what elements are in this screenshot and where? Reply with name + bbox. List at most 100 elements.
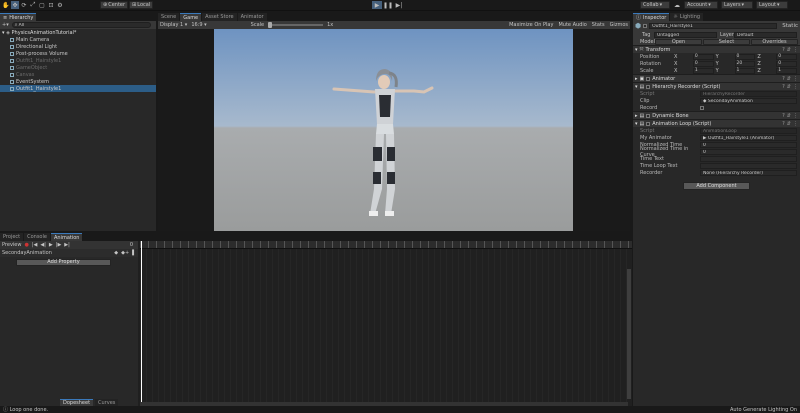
more-icon[interactable]: ⋮ [793,113,798,119]
layer-dropdown[interactable]: Default [734,31,797,38]
y-axis-label[interactable]: Y [716,61,734,67]
rect-tool-icon[interactable]: ▢ [38,1,46,9]
animation-loop-enabled-checkbox[interactable] [646,121,651,126]
scale-y-field[interactable]: 1 [734,67,756,74]
help-icon[interactable]: ? [782,121,785,127]
vertical-scrollbar[interactable] [627,269,631,399]
tab-dopesheet[interactable]: Dopesheet [60,399,94,406]
preset-icon[interactable]: ⇵ [787,113,791,119]
hierarchy-item[interactable]: Canvas [0,71,156,78]
transform-tool-icon[interactable]: ⊡ [47,1,55,9]
rotation-z-field[interactable]: 0 [776,60,798,67]
account-dropdown[interactable]: Account ▾ [684,1,718,9]
position-z-field[interactable]: 0 [776,53,798,60]
scale-slider-handle[interactable] [268,22,273,28]
cloud-icon[interactable]: ☁ [673,1,681,9]
help-icon[interactable]: ? [782,113,785,119]
x-axis-label[interactable]: X [674,68,692,74]
next-frame-icon[interactable]: |▶ [56,242,62,248]
recorder-header[interactable]: ▾ ▤ Hierarchy Recorder (Script) ? ⇵ ⋮ [633,82,800,90]
custom-tool-icon[interactable]: ⚙ [56,1,64,9]
tab-animator[interactable]: Animator [237,13,267,21]
y-axis-label[interactable]: Y [716,68,734,74]
object-name-field[interactable]: Outfit1_Hairstyle1 [649,23,778,29]
more-icon[interactable]: ⋮ [793,47,798,53]
tab-inspector[interactable]: ⓘ Inspector [633,13,670,21]
frame-field[interactable]: 0 [127,242,136,248]
hierarchy-item[interactable]: EventSystem [0,78,156,85]
overrides-dropdown[interactable]: Overrides [751,38,798,45]
gizmos-dropdown[interactable]: Gizmos [610,22,628,28]
first-frame-icon[interactable]: |◀ [32,242,38,248]
z-axis-label[interactable]: Z [757,68,775,74]
scale-z-field[interactable]: 1 [776,67,798,74]
preview-toggle[interactable]: Preview [2,242,21,248]
preset-icon[interactable]: ⇵ [787,76,791,82]
animation-loop-header[interactable]: ▾ ▤ Animation Loop (Script) ? ⇵ ⋮ [633,119,800,127]
scale-tool-icon[interactable]: ⤢ [29,1,37,9]
keyframe-icon[interactable]: ◆ [114,250,118,256]
tab-scene[interactable]: Scene [158,13,180,21]
record-icon[interactable]: ● [24,242,28,248]
record-checkbox[interactable] [700,105,704,110]
recorder-ref-field[interactable]: None (Hierarchy Recorder) [700,169,797,176]
time-text-field[interactable] [700,155,797,162]
tab-project[interactable]: Project [0,233,24,241]
playhead[interactable] [141,241,142,407]
move-tool-icon[interactable]: ✥ [11,1,19,9]
recorder-enabled-checkbox[interactable] [646,84,651,89]
step-button[interactable]: ▶| [394,1,404,9]
aspect-dropdown[interactable]: 16:9 ▾ [191,22,206,28]
hierarchy-item[interactable]: GameObject [0,64,156,71]
hierarchy-item[interactable]: Directional Light [0,43,156,50]
hierarchy-search-input[interactable]: ⌕ All [11,22,151,28]
pivot-local-button[interactable]: ⊞ Local [129,1,154,9]
x-axis-label[interactable]: X [674,54,692,60]
tab-curves[interactable]: Curves [95,399,119,406]
last-frame-icon[interactable]: ▶| [64,242,70,248]
transform-header[interactable]: ▾ ⤧ Transform ? ⇵ ⋮ [633,45,800,53]
tag-dropdown[interactable]: Untagged [654,31,717,38]
preset-icon[interactable]: ⇵ [787,47,791,53]
clip-dropdown[interactable]: SecondayAnimation [2,250,111,256]
prev-frame-icon[interactable]: ◀| [40,242,46,248]
dopesheet-timeline[interactable] [140,241,632,407]
static-toggle[interactable]: Static [782,23,798,29]
tab-hierarchy[interactable]: ≡ Hierarchy [0,13,37,21]
dynamic-bone-header[interactable]: ▸ ▤ Dynamic Bone ? ⇵ ⋮ [633,111,800,119]
scene-root[interactable]: ▾ ◈ PhysicsAnimationTutorial* [0,29,156,36]
hierarchy-item[interactable]: Outfit1_Hairstyle1 [0,85,156,92]
tab-game[interactable]: Game [180,13,202,21]
rotation-y-field[interactable]: 20 [734,60,756,67]
help-icon[interactable]: ? [782,47,785,53]
maximize-on-play-toggle[interactable]: Maximize On Play [509,22,553,28]
time-loop-text-field[interactable] [700,162,797,169]
game-viewport[interactable] [214,29,573,231]
tab-console[interactable]: Console [24,233,50,241]
position-y-field[interactable]: 0 [734,53,756,60]
preset-icon[interactable]: ⇵ [787,84,791,90]
hierarchy-item[interactable]: Post-process Volume [0,50,156,57]
z-axis-label[interactable]: Z [757,54,775,60]
add-property-button[interactable]: Add Property [16,259,111,266]
scale-slider[interactable] [268,22,324,28]
open-button[interactable]: Open [655,38,702,45]
normalized-curve-field[interactable]: 0 [700,148,797,155]
play-button[interactable]: ▶ [372,1,382,9]
more-icon[interactable]: ⋮ [793,76,798,82]
layout-dropdown[interactable]: Layout ▾ [756,1,788,9]
tab-asset-store[interactable]: Asset Store [202,13,237,21]
add-component-button[interactable]: Add Component [683,182,750,190]
preset-icon[interactable]: ⇵ [787,121,791,127]
rotation-x-field[interactable]: 0 [692,60,714,67]
position-x-field[interactable]: 0 [692,53,714,60]
x-axis-label[interactable]: X [674,61,692,67]
animator-header[interactable]: ▸ ▣ Animator ? ⇵ ⋮ [633,74,800,82]
add-icon[interactable]: +▾ [2,22,9,28]
collab-button[interactable]: Collab ▾ [640,1,670,9]
normalized-time-field[interactable]: 0 [700,141,797,148]
z-axis-label[interactable]: Z [757,61,775,67]
more-icon[interactable]: ⋮ [793,84,798,90]
hierarchy-item[interactable]: Outfit1_Hairstyle1 [0,57,156,64]
layers-dropdown[interactable]: Layers ▾ [721,1,753,9]
